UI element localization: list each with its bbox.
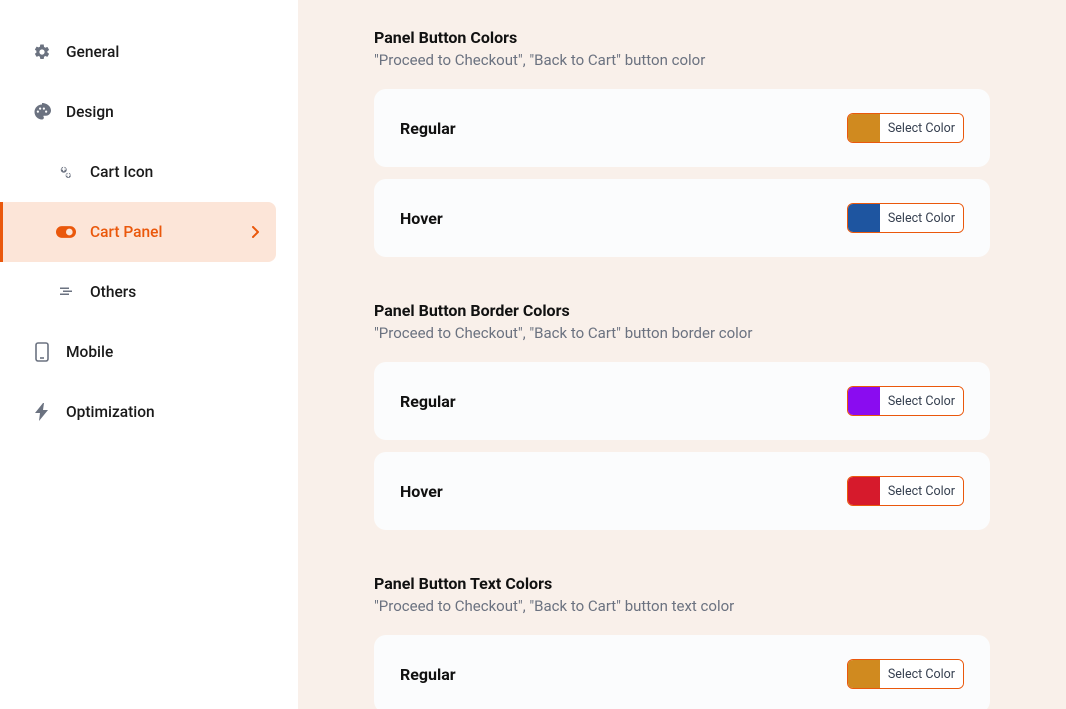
color-swatch <box>848 660 880 688</box>
bolt-icon <box>32 402 52 422</box>
section-header-border-colors: Panel Button Border Colors "Proceed to C… <box>322 269 1042 362</box>
palette-icon <box>32 102 52 122</box>
color-picker-border-regular[interactable]: Select Color <box>847 386 964 416</box>
select-color-text: Select Color <box>880 387 963 415</box>
mobile-icon <box>32 342 52 362</box>
chevron-right-icon <box>252 226 260 238</box>
color-picker-text-regular[interactable]: Select Color <box>847 659 964 689</box>
sidebar-item-general[interactable]: General <box>0 22 298 82</box>
sidebar-item-label: Optimization <box>66 403 282 421</box>
sidebar-item-optimization[interactable]: Optimization <box>0 382 298 442</box>
sidebar-item-label: Others <box>90 283 282 301</box>
color-row-text-regular: Regular Select Color <box>374 635 990 709</box>
row-label: Hover <box>400 482 443 501</box>
sidebar-item-cart-icon[interactable]: Cart Icon <box>0 142 298 202</box>
color-row-border-regular: Regular Select Color <box>374 362 990 440</box>
section-title: Panel Button Border Colors <box>374 301 990 320</box>
color-picker-button-hover[interactable]: Select Color <box>847 203 964 233</box>
select-color-text: Select Color <box>880 477 963 505</box>
color-row-button-hover: Hover Select Color <box>374 179 990 257</box>
color-swatch <box>848 477 880 505</box>
color-row-border-hover: Hover Select Color <box>374 452 990 530</box>
stack-icon <box>56 282 76 302</box>
color-row-button-regular: Regular Select Color <box>374 89 990 167</box>
color-swatch <box>848 387 880 415</box>
select-color-text: Select Color <box>880 660 963 688</box>
sidebar-item-label: Cart Panel <box>90 223 252 241</box>
sidebar-item-cart-panel[interactable]: Cart Panel <box>0 202 276 262</box>
section-desc: "Proceed to Checkout", "Back to Cart" bu… <box>374 597 990 615</box>
row-label: Regular <box>400 392 456 411</box>
section-header-text-colors: Panel Button Text Colors "Proceed to Che… <box>322 542 1042 635</box>
section-title: Panel Button Colors <box>374 28 990 47</box>
gears-icon <box>56 162 76 182</box>
sidebar-item-label: General <box>66 43 282 61</box>
row-label: Regular <box>400 665 456 684</box>
sidebar-item-others[interactable]: Others <box>0 262 298 322</box>
section-title: Panel Button Text Colors <box>374 574 990 593</box>
color-picker-button-regular[interactable]: Select Color <box>847 113 964 143</box>
sidebar: General Design Cart Icon Cart Panel Othe… <box>0 0 298 709</box>
sidebar-item-mobile[interactable]: Mobile <box>0 322 298 382</box>
sidebar-item-design[interactable]: Design <box>0 82 298 142</box>
toggle-icon <box>56 222 76 242</box>
select-color-text: Select Color <box>880 204 963 232</box>
main-content: Panel Button Colors "Proceed to Checkout… <box>298 0 1066 709</box>
sidebar-item-label: Mobile <box>66 343 282 361</box>
color-picker-border-hover[interactable]: Select Color <box>847 476 964 506</box>
color-swatch <box>848 114 880 142</box>
gear-icon <box>32 42 52 62</box>
section-header-button-colors: Panel Button Colors "Proceed to Checkout… <box>322 0 1042 89</box>
color-swatch <box>848 204 880 232</box>
section-desc: "Proceed to Checkout", "Back to Cart" bu… <box>374 51 990 69</box>
row-label: Hover <box>400 209 443 228</box>
row-label: Regular <box>400 119 456 138</box>
sidebar-item-label: Design <box>66 103 282 121</box>
select-color-text: Select Color <box>880 114 963 142</box>
sidebar-item-label: Cart Icon <box>90 163 282 181</box>
section-desc: "Proceed to Checkout", "Back to Cart" bu… <box>374 324 990 342</box>
